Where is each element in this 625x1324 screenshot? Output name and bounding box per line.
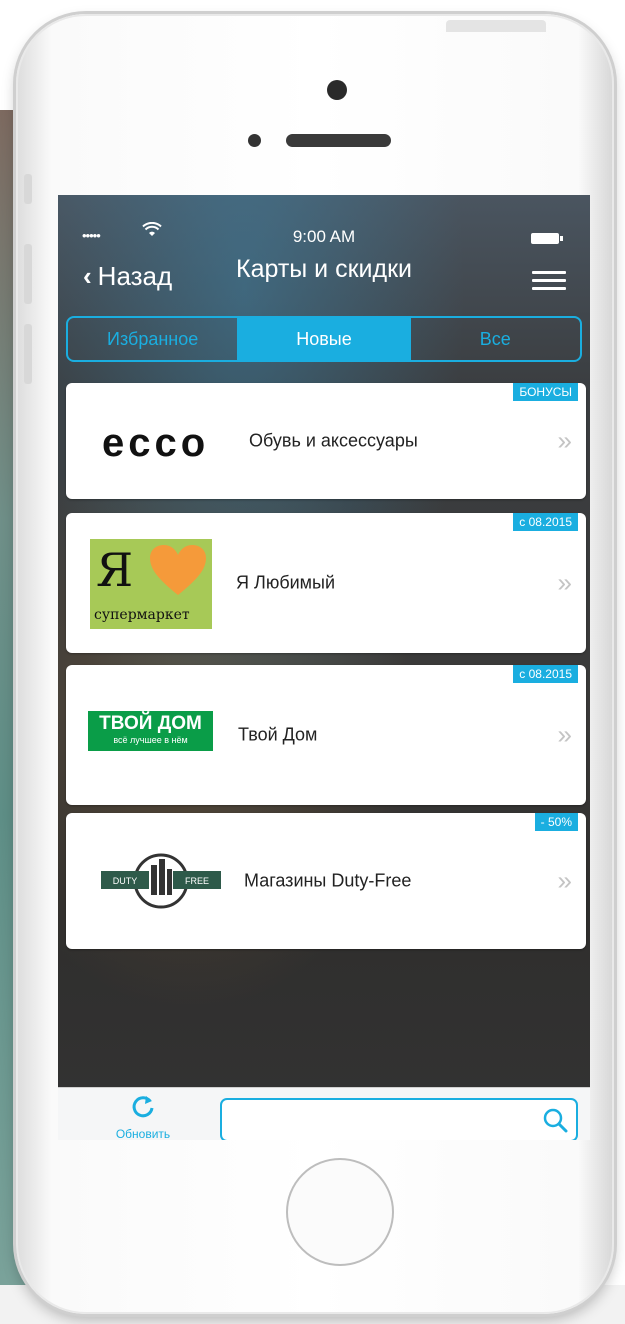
list-item-tvoy-dom[interactable]: с 08.2015 ТВОЙ ДОМ всё лучшее в нём Твой… [66, 665, 586, 805]
card-badge: с 08.2015 [513, 513, 578, 531]
list-item-ecco[interactable]: БОНУСЫ ecco Обувь и аксессуары » [66, 383, 586, 499]
tab-new[interactable]: Новые [237, 318, 409, 360]
bottom-toolbar: Обновить [58, 1087, 590, 1140]
heart-icon [150, 545, 206, 595]
chevron-right-icon: » [557, 719, 573, 750]
volume-down-button [24, 324, 32, 384]
chevron-right-icon: » [557, 425, 573, 456]
card-name: Я Любимый [236, 572, 336, 593]
tab-favorites[interactable]: Избранное [68, 318, 237, 360]
search-input[interactable] [232, 1100, 536, 1140]
refresh-label: Обновить [115, 1127, 171, 1140]
camera-dot [327, 80, 347, 100]
earpiece-speaker [286, 134, 391, 147]
tvoy-dom-logo-slogan: всё лучшее в нём [113, 735, 188, 745]
list-item-duty-free[interactable]: - 50% DUTY FREE Магазины Duty-Free » [66, 813, 586, 949]
ecco-logo: ecco [102, 421, 210, 465]
mute-switch [24, 174, 32, 204]
refresh-icon [132, 1096, 154, 1118]
duty-free-logo: DUTY FREE [101, 853, 221, 909]
power-button [446, 20, 546, 32]
tvoy-dom-logo-title: ТВОЙ ДОМ [99, 713, 202, 734]
page-title: Карты и скидки [236, 255, 412, 283]
card-badge: с 08.2015 [513, 665, 578, 683]
battery-icon [531, 233, 563, 244]
ya-lyubimy-logo: Я супермаркет [90, 539, 212, 629]
card-name: Твой Дом [238, 724, 318, 745]
svg-text:DUTY: DUTY [113, 876, 138, 886]
svg-text:FREE: FREE [185, 876, 209, 886]
list-item-ya-lyubimy[interactable]: с 08.2015 Я супермаркет Я Любимый » [66, 513, 586, 653]
status-bar: ••••• 9:00 AM [58, 221, 590, 253]
segmented-control: Избранное Новые Все [66, 316, 582, 362]
chevron-right-icon: » [557, 865, 573, 896]
chevron-right-icon: » [557, 567, 573, 598]
search-field[interactable] [220, 1098, 578, 1140]
menu-icon[interactable] [532, 271, 566, 291]
card-badge: - 50% [534, 813, 578, 831]
status-time: 9:00 AM [292, 227, 356, 246]
tab-all[interactable]: Все [408, 318, 580, 360]
app-screen: ••••• 9:00 AM ‹ Назад Карты и скидки Изб… [58, 195, 590, 1140]
card-name: Обувь и аксессуары [249, 430, 418, 451]
card-badge: БОНУСЫ [513, 383, 578, 401]
search-icon[interactable] [542, 1107, 568, 1133]
refresh-button[interactable]: Обновить [108, 1094, 178, 1140]
tvoy-dom-logo: ТВОЙ ДОМ всё лучшее в нём [88, 711, 213, 751]
ya-logo-subtitle: супермаркет [94, 607, 190, 623]
volume-up-button [24, 244, 32, 304]
home-button[interactable] [286, 1158, 394, 1266]
card-name: Магазины Duty-Free [244, 870, 412, 891]
front-camera [248, 134, 261, 147]
ya-logo-letter: Я [96, 543, 134, 597]
